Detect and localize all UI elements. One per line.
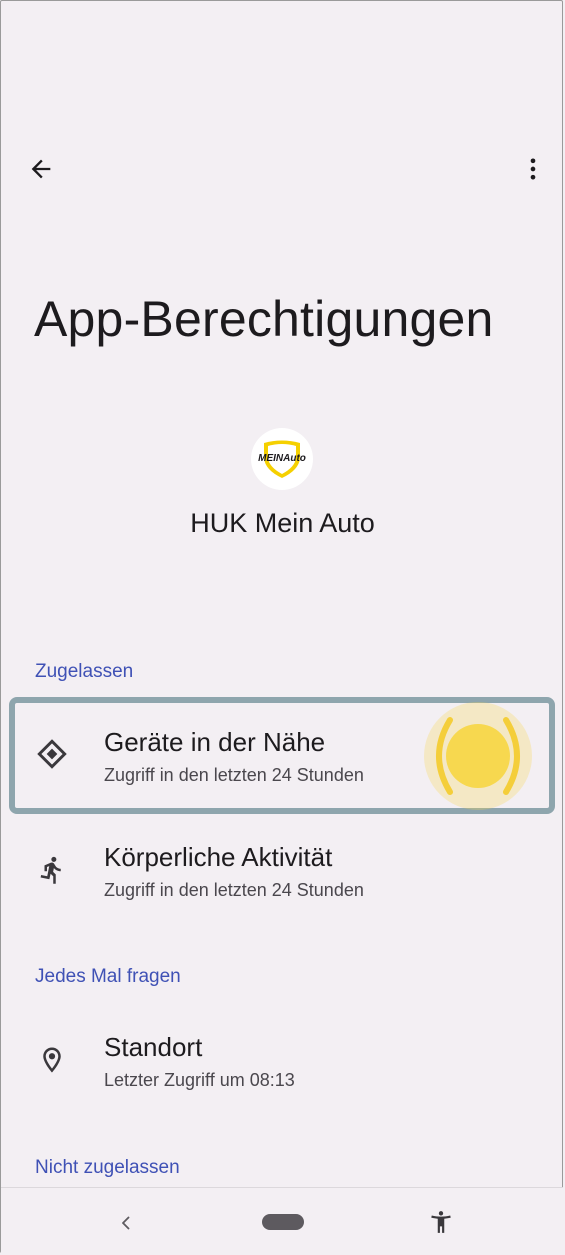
nav-home-pill[interactable]: [262, 1214, 304, 1230]
physical-activity-icon: [34, 852, 70, 888]
accessibility-button[interactable]: [425, 1206, 457, 1238]
nav-back-icon: [122, 1216, 130, 1230]
app-logo: MEINAuto: [251, 428, 313, 490]
permission-title: Körperliche Aktivität: [104, 842, 333, 872]
permission-row-location[interactable]: Standort Letzter Zugriff um 08:13: [0, 1005, 565, 1115]
permission-subtitle: Letzter Zugriff um 08:13: [104, 1070, 295, 1090]
section-header-ask-every-time: Jedes Mal fragen: [35, 966, 181, 987]
svg-text:MEINAuto: MEINAuto: [258, 453, 306, 464]
section-header-allowed: Zugelassen: [35, 661, 134, 682]
more-options-button[interactable]: [514, 150, 552, 188]
tap-indicator-icon: [424, 702, 532, 810]
permission-title: Standort: [104, 1032, 203, 1062]
arrow-back-icon: [31, 159, 51, 179]
location-icon: [34, 1042, 70, 1078]
system-navigation-bar: [1, 1187, 563, 1254]
more-vert-icon: [530, 158, 536, 180]
section-header-denied: Nicht zugelassen: [35, 1157, 180, 1178]
app-name: HUK Mein Auto: [190, 508, 375, 538]
accessibility-icon: [431, 1211, 451, 1233]
page-title: App-Berechtigungen: [34, 291, 494, 347]
back-button[interactable]: [22, 150, 60, 188]
nav-back-button[interactable]: [111, 1208, 141, 1238]
app-logo-shield-icon: MEINAuto: [258, 440, 306, 478]
permission-row-physical-activity[interactable]: Körperliche Aktivität Zugriff in den let…: [0, 815, 565, 925]
permission-subtitle: Zugriff in den letzten 24 Stunden: [104, 880, 364, 900]
